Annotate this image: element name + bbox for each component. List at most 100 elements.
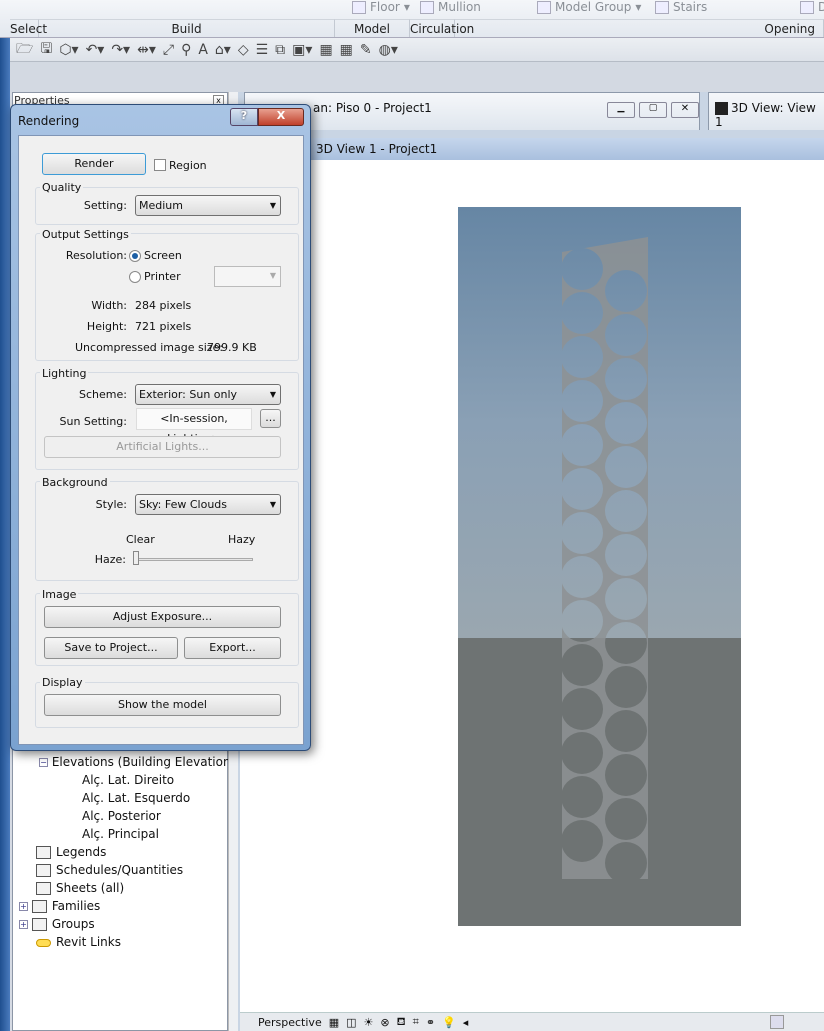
- haze-clear-label: Clear: [126, 533, 155, 546]
- measure-icon[interactable]: ⇹▾: [137, 42, 156, 58]
- image-size-value: 799.9 KB: [207, 341, 257, 354]
- dialog-title: Rendering: [18, 114, 80, 128]
- render-button[interactable]: Render: [42, 153, 146, 175]
- thin-lines-icon[interactable]: ☰: [256, 42, 269, 58]
- close-button[interactable]: X: [258, 108, 304, 126]
- detail-level-icon[interactable]: ▦: [329, 1016, 339, 1029]
- horizontal-scroll-thumb[interactable]: [770, 1015, 784, 1029]
- grid2-icon[interactable]: ▦: [340, 42, 353, 58]
- help-button[interactable]: ?: [230, 108, 258, 126]
- haze-slider-track[interactable]: [133, 558, 253, 561]
- haze-label: Haze:: [94, 553, 126, 566]
- dimension-icon[interactable]: ⤢: [163, 42, 174, 58]
- panel-select[interactable]: Select: [10, 19, 47, 37]
- setting-label: Setting:: [83, 199, 127, 212]
- link-icon: [36, 938, 51, 947]
- tag-icon[interactable]: ⚲: [181, 42, 191, 58]
- tree-item-elevation[interactable]: Alç. Posterior: [82, 809, 161, 823]
- minimize-button[interactable]: ▁: [607, 102, 635, 118]
- scroll-left-icon[interactable]: ◂: [463, 1016, 469, 1029]
- save-icon[interactable]: 🖫: [40, 38, 52, 62]
- switch-windows-icon[interactable]: ▣▾: [292, 42, 312, 58]
- save-to-project-button[interactable]: Save to Project...: [44, 637, 178, 659]
- undo-icon[interactable]: ↶▾: [86, 42, 105, 58]
- tree-item-elevation[interactable]: Alç. Lat. Esquerdo: [82, 791, 190, 805]
- image-size-label: Uncompressed image size:: [75, 341, 224, 354]
- panel-build[interactable]: Build: [39, 19, 335, 37]
- 3d-view-icon[interactable]: ⌂▾: [215, 42, 231, 58]
- visual-style-icon[interactable]: ◫: [346, 1016, 356, 1029]
- region-label: Region: [169, 159, 207, 172]
- quality-select[interactable]: Medium: [135, 195, 281, 216]
- expand-icon[interactable]: +: [19, 902, 28, 911]
- section-icon[interactable]: ◇: [238, 42, 249, 58]
- open-icon[interactable]: 🗁: [16, 38, 33, 62]
- hide-icon[interactable]: ⚭: [426, 1016, 435, 1029]
- panel-model[interactable]: Model: [335, 19, 410, 37]
- lightbulb-icon[interactable]: 💡: [442, 1016, 456, 1029]
- artificial-lights-button[interactable]: Artificial Lights...: [44, 436, 281, 458]
- haze-hazy-label: Hazy: [228, 533, 256, 546]
- screen-label: Screen: [144, 249, 182, 262]
- resolution-label: Resolution:: [65, 249, 127, 262]
- window-frame: [0, 38, 10, 1031]
- door-button[interactable]: D: [800, 0, 824, 14]
- grid-icon[interactable]: ▦: [319, 42, 332, 58]
- perforated-panel: [562, 237, 648, 879]
- door-icon: [800, 0, 814, 14]
- edit-icon[interactable]: ✎: [360, 42, 372, 58]
- tree-item-legends[interactable]: Legends: [36, 845, 106, 859]
- tree-item-elevations[interactable]: − Elevations (Building Elevation): [39, 755, 235, 769]
- tree-item-groups[interactable]: + Groups: [19, 917, 95, 931]
- printer-radio[interactable]: [129, 271, 141, 283]
- sun-setting-browse-button[interactable]: ...: [260, 409, 281, 428]
- show-model-button[interactable]: Show the model: [44, 694, 281, 716]
- expand-icon[interactable]: +: [19, 920, 28, 929]
- stairs-button[interactable]: Stairs: [655, 0, 707, 14]
- scheme-select[interactable]: Exterior: Sun only: [135, 384, 281, 405]
- shadows-icon[interactable]: ⊗: [380, 1016, 389, 1029]
- quick-access-toolbar: 🗁 🖫 ⬡▾ ↶▾ ↷▾ ⇹▾ ⤢ ⚲ A ⌂▾ ◇ ☰ ⧉ ▣▾ ▦ ▦ ✎ ◍▾: [10, 38, 824, 62]
- sun-path-icon[interactable]: ☀: [364, 1016, 374, 1029]
- maximize-button[interactable]: ▢: [639, 102, 667, 118]
- rendering-dialog: Rendering ? X Render Region Quality Sett…: [10, 104, 311, 751]
- tree-item-revit-links[interactable]: Revit Links: [36, 935, 121, 949]
- redo-icon[interactable]: ↷▾: [111, 42, 130, 58]
- sync-icon[interactable]: ⬡▾: [59, 42, 78, 58]
- export-button[interactable]: Export...: [184, 637, 281, 659]
- collapse-icon[interactable]: −: [39, 758, 48, 767]
- tree-item-elevation[interactable]: Alç. Lat. Direito: [82, 773, 174, 787]
- rendered-image: [458, 207, 741, 926]
- tree-item-elevation[interactable]: Alç. Principal: [82, 827, 159, 841]
- tree-item-sheets[interactable]: Sheets (all): [36, 881, 124, 895]
- close-hidden-icon[interactable]: ⧉: [275, 42, 285, 58]
- tree-item-families[interactable]: + Families: [19, 899, 100, 913]
- text-icon[interactable]: A: [198, 42, 208, 58]
- crop-icon[interactable]: ⌗: [413, 1015, 419, 1029]
- style-label: Style:: [95, 498, 127, 511]
- model-group-button[interactable]: Model Group ▾: [537, 0, 641, 14]
- screen-radio[interactable]: [129, 250, 141, 262]
- panel-circulation[interactable]: Circulation: [410, 19, 474, 37]
- quality-title: Quality: [40, 181, 84, 194]
- region-checkbox[interactable]: [154, 159, 166, 171]
- view-canvas[interactable]: [240, 160, 824, 1012]
- view-mode[interactable]: Perspective: [258, 1016, 322, 1029]
- haze-slider-thumb[interactable]: [133, 551, 139, 565]
- panel-opening[interactable]: Opening: [455, 19, 824, 37]
- tab-3d-view[interactable]: 3D View: View 1: [708, 92, 824, 130]
- printer-dpi-select[interactable]: ▼: [214, 266, 281, 287]
- tree-item-schedules[interactable]: Schedules/Quantities: [36, 863, 183, 877]
- rendering-icon[interactable]: ⛾: [397, 1015, 406, 1030]
- sun-setting-field[interactable]: <In-session, Lighting>: [136, 408, 252, 445]
- width-label: Width:: [91, 299, 127, 312]
- floorplan-window[interactable]: an: Piso 0 - Project1 ▁ ▢ ✕: [244, 92, 700, 130]
- adjust-exposure-button[interactable]: Adjust Exposure...: [44, 606, 281, 628]
- lighting-title: Lighting: [40, 367, 89, 380]
- mullion-button[interactable]: Mullion: [420, 0, 481, 14]
- render-icon[interactable]: ◍▾: [379, 42, 398, 58]
- close-window-button[interactable]: ✕: [671, 102, 699, 118]
- floor-button[interactable]: Floor ▾: [352, 0, 410, 14]
- background-style-select[interactable]: Sky: Few Clouds: [135, 494, 281, 515]
- background-title: Background: [40, 476, 110, 489]
